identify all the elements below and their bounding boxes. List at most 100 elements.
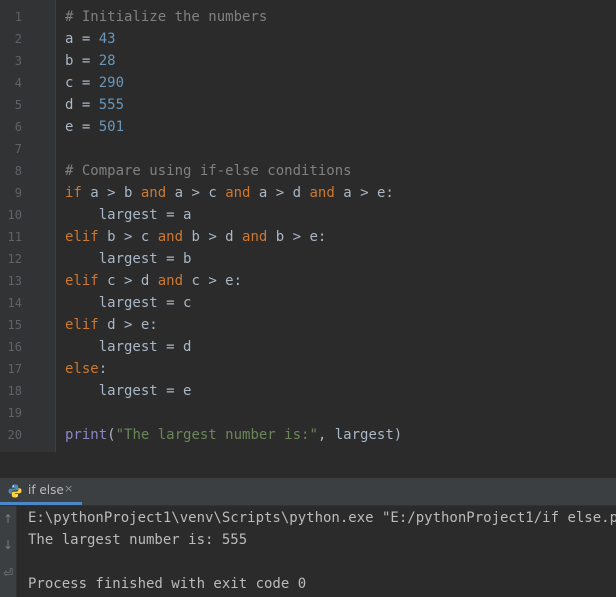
code-token-keyword: and bbox=[309, 185, 335, 201]
code-token-plain: b = bbox=[65, 53, 99, 69]
code-line[interactable]: 9 if a > b and a > c and a > d and a > e: bbox=[0, 182, 616, 204]
code-text: if a > b and a > c and a > d and a > e: bbox=[65, 182, 394, 204]
code-token-plain: c = bbox=[65, 75, 99, 91]
code-line[interactable]: 5 d = 555 bbox=[0, 94, 616, 116]
code-text: # Initialize the numbers bbox=[65, 6, 267, 28]
code-text: d = 555 bbox=[65, 94, 124, 116]
code-text: elif d > e: bbox=[65, 314, 158, 336]
code-token-plain: largest = a bbox=[65, 207, 192, 223]
code-token-number: 555 bbox=[98, 97, 125, 113]
code-line[interactable]: 11 elif b > c and b > d and b > e: bbox=[0, 226, 616, 248]
code-editor[interactable]: 1 # Initialize the numbers 2 a = 43 3 b = 28 4… bbox=[0, 0, 616, 452]
arrow-up-icon[interactable]: ↑ bbox=[2, 512, 14, 526]
code-token-plain: a > e: bbox=[334, 185, 394, 201]
code-token-plain: : bbox=[98, 361, 108, 377]
arrow-down-icon[interactable]: ↓ bbox=[2, 538, 14, 552]
code-text: largest = e bbox=[65, 380, 192, 402]
line-number: 16 bbox=[7, 340, 22, 354]
code-token-keyword: and bbox=[225, 185, 251, 201]
line-number: 6 bbox=[14, 120, 22, 134]
code-token-plain: a > d bbox=[250, 185, 310, 201]
code-text: largest = a bbox=[65, 204, 192, 226]
code-line[interactable]: 17 else: bbox=[0, 358, 616, 380]
console-line-command: E:\pythonProject1\venv\Scripts\python.ex… bbox=[28, 510, 616, 526]
code-line[interactable]: 12 largest = b bbox=[0, 248, 616, 270]
code-token-plain: largest = e bbox=[65, 383, 192, 399]
code-token-keyword: and bbox=[157, 229, 184, 245]
run-console-output[interactable]: E:\pythonProject1\venv\Scripts\python.ex… bbox=[17, 506, 616, 597]
line-number: 9 bbox=[14, 186, 22, 200]
line-number: 13 bbox=[7, 274, 22, 288]
code-text: largest = b bbox=[65, 248, 192, 270]
line-number: 14 bbox=[7, 296, 22, 310]
console-line-output: The largest number is: 555 bbox=[28, 532, 248, 548]
code-token-number: 290 bbox=[98, 75, 125, 91]
line-number: 15 bbox=[7, 318, 22, 332]
line-number: 10 bbox=[7, 208, 22, 222]
line-number: 20 bbox=[7, 428, 22, 442]
code-token-builtin: print bbox=[65, 427, 108, 443]
python-icon bbox=[8, 484, 22, 498]
code-line[interactable]: 14 largest = c bbox=[0, 292, 616, 314]
run-side-toolbar: ↑ ↓ ⏎ bbox=[0, 506, 17, 597]
code-token-string: "The largest number is:" bbox=[115, 427, 318, 443]
code-line[interactable]: 7 bbox=[0, 138, 616, 160]
active-tab-indicator bbox=[0, 502, 82, 505]
code-token-comment: # Initialize the numbers bbox=[65, 9, 268, 25]
code-line[interactable]: 4 c = 290 bbox=[0, 72, 616, 94]
code-line[interactable]: 2 a = 43 bbox=[0, 28, 616, 50]
code-text: e = 501 bbox=[65, 116, 124, 138]
soft-wrap-icon[interactable]: ⏎ bbox=[2, 566, 14, 580]
run-tab-label: if else bbox=[28, 483, 64, 497]
line-number: 19 bbox=[7, 406, 22, 420]
code-line[interactable]: 15 elif d > e: bbox=[0, 314, 616, 336]
code-token-plain: d > e: bbox=[98, 317, 158, 333]
code-token-plain: , largest) bbox=[317, 427, 403, 443]
code-token-plain: d = bbox=[65, 97, 99, 113]
code-line[interactable]: 13 elif c > d and c > e: bbox=[0, 270, 616, 292]
code-token-number: 28 bbox=[98, 53, 116, 69]
run-tab-if-else[interactable]: if else × bbox=[0, 478, 82, 505]
code-line[interactable]: 16 largest = d bbox=[0, 336, 616, 358]
code-text: else: bbox=[65, 358, 107, 380]
code-token-keyword: and bbox=[140, 185, 167, 201]
code-token-keyword: and bbox=[242, 229, 268, 245]
code-token-keyword: elif bbox=[65, 229, 99, 245]
code-token-keyword: if bbox=[65, 185, 82, 201]
code-text: # Compare using if-else conditions bbox=[65, 160, 352, 182]
code-text: largest = d bbox=[65, 336, 192, 358]
code-token-number: 501 bbox=[98, 119, 125, 135]
code-text: elif c > d and c > e: bbox=[65, 270, 242, 292]
line-number: 11 bbox=[7, 230, 22, 244]
code-line[interactable]: 1 # Initialize the numbers bbox=[0, 6, 616, 28]
code-line[interactable]: 8 # Compare using if-else conditions bbox=[0, 160, 616, 182]
code-line[interactable]: 6 e = 501 bbox=[0, 116, 616, 138]
line-number: 7 bbox=[14, 142, 22, 156]
code-token-plain: b > e: bbox=[267, 229, 327, 245]
run-tool-window-header: if else × bbox=[0, 478, 616, 506]
code-token-plain: c > d bbox=[98, 273, 158, 289]
code-token-plain: b > c bbox=[98, 229, 158, 245]
code-line[interactable]: 18 largest = e bbox=[0, 380, 616, 402]
code-text: largest = c bbox=[65, 292, 192, 314]
code-line[interactable]: 10 largest = a bbox=[0, 204, 616, 226]
code-token-keyword: else bbox=[65, 361, 99, 377]
code-token-keyword: elif bbox=[65, 273, 99, 289]
line-number: 12 bbox=[7, 252, 22, 266]
code-line[interactable]: 20 print("The largest number is:", larges… bbox=[0, 424, 616, 446]
code-token-comment: # Compare using if-else conditions bbox=[65, 163, 352, 179]
close-icon[interactable]: × bbox=[64, 482, 73, 495]
code-token-plain: a > b bbox=[81, 185, 141, 201]
line-number: 5 bbox=[14, 98, 22, 112]
code-token-plain: c > e: bbox=[183, 273, 243, 289]
code-token-plain: largest = d bbox=[65, 339, 192, 355]
code-line[interactable]: 3 b = 28 bbox=[0, 50, 616, 72]
code-text: b = 28 bbox=[65, 50, 116, 72]
code-line[interactable]: 19 bbox=[0, 402, 616, 424]
code-text: a = 43 bbox=[65, 28, 116, 50]
line-number: 4 bbox=[14, 76, 22, 90]
code-token-plain: a > c bbox=[166, 185, 226, 201]
line-number: 1 bbox=[14, 10, 22, 24]
line-number: 18 bbox=[7, 384, 22, 398]
console-line-exit-status: Process finished with exit code 0 bbox=[28, 576, 307, 592]
